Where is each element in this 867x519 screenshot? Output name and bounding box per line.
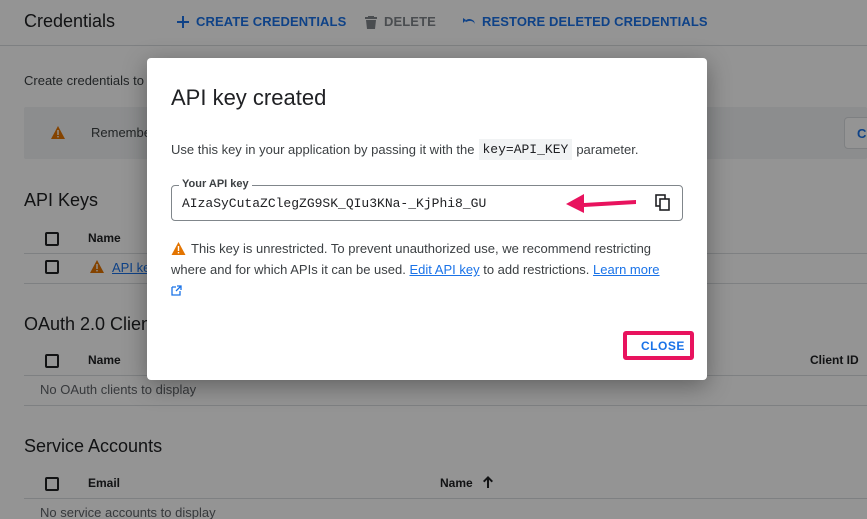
desc-after: parameter. (576, 142, 639, 157)
api-key-label: Your API key (179, 178, 252, 190)
dialog-title: API key created (171, 85, 327, 110)
api-key-dialog: API key created Use this key in your app… (147, 58, 707, 380)
after-link-text: to add restrictions. (483, 262, 590, 277)
copy-icon[interactable] (654, 194, 672, 212)
edit-api-key-link[interactable]: Edit API key (409, 262, 479, 277)
close-button[interactable]: CLOSE (641, 339, 685, 353)
learn-more-link[interactable]: Learn more (593, 262, 659, 277)
desc-before: Use this key in your application by pass… (171, 142, 475, 157)
external-link-icon[interactable] (171, 285, 182, 296)
dialog-description: Use this key in your application by pass… (171, 139, 638, 160)
unrestricted-warning: This key is unrestricted. To prevent una… (171, 238, 671, 301)
close-button-highlight: CLOSE (623, 331, 694, 360)
annotation-arrow-icon (566, 194, 636, 213)
api-key-value[interactable]: AIzaSyCutaZClegZG9SK_QIu3KNa-_KjPhi8_GU (182, 196, 486, 211)
warning-icon (171, 242, 186, 255)
param-code: key=API_KEY (478, 139, 573, 160)
